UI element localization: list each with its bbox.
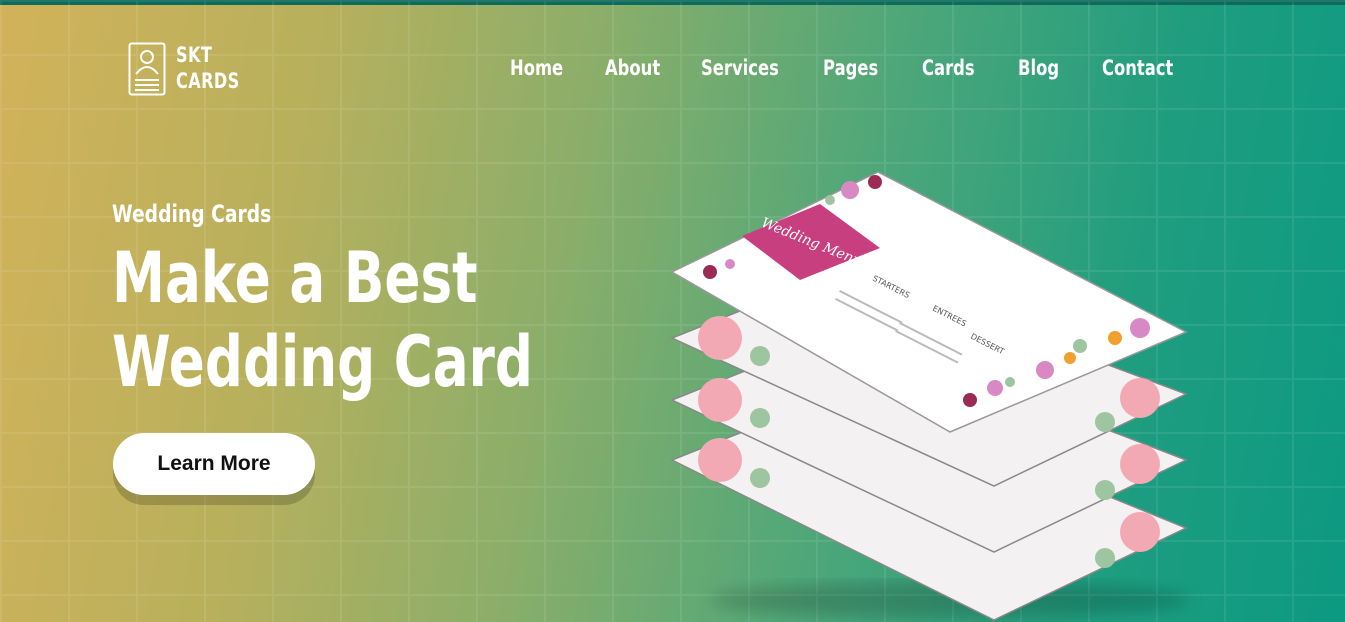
hero-eyebrow: Wedding Cards bbox=[112, 200, 272, 228]
site-logo[interactable]: SKT CARDS bbox=[128, 42, 251, 96]
id-card-icon bbox=[128, 42, 166, 96]
hero-headline: Make a Best Wedding Card bbox=[112, 236, 533, 404]
top-accent-bar bbox=[0, 0, 1345, 5]
logo-text: SKT CARDS bbox=[176, 42, 240, 94]
logo-line2: CARDS bbox=[176, 69, 240, 93]
nav-item-cards[interactable]: Cards bbox=[922, 56, 997, 80]
nav-item-blog[interactable]: Blog bbox=[1018, 56, 1084, 80]
nav-item-home[interactable]: Home bbox=[510, 56, 584, 80]
main-nav: Home About Services Pages Cards Blog Con… bbox=[510, 56, 1182, 80]
logo-line1: SKT bbox=[176, 43, 213, 67]
headline-line1: Make a Best bbox=[112, 237, 478, 319]
nav-item-services[interactable]: Services bbox=[701, 56, 796, 80]
nav-item-about[interactable]: About bbox=[605, 56, 680, 80]
nav-item-contact[interactable]: Contact bbox=[1102, 56, 1173, 80]
nav-item-pages[interactable]: Pages bbox=[823, 56, 900, 80]
headline-line2: Wedding Card bbox=[112, 321, 534, 403]
learn-more-button[interactable]: Learn More bbox=[113, 433, 315, 495]
wedding-card-stack-image: Wedding Menu STARTERS ENTREES DESSERT bbox=[670, 171, 1190, 621]
